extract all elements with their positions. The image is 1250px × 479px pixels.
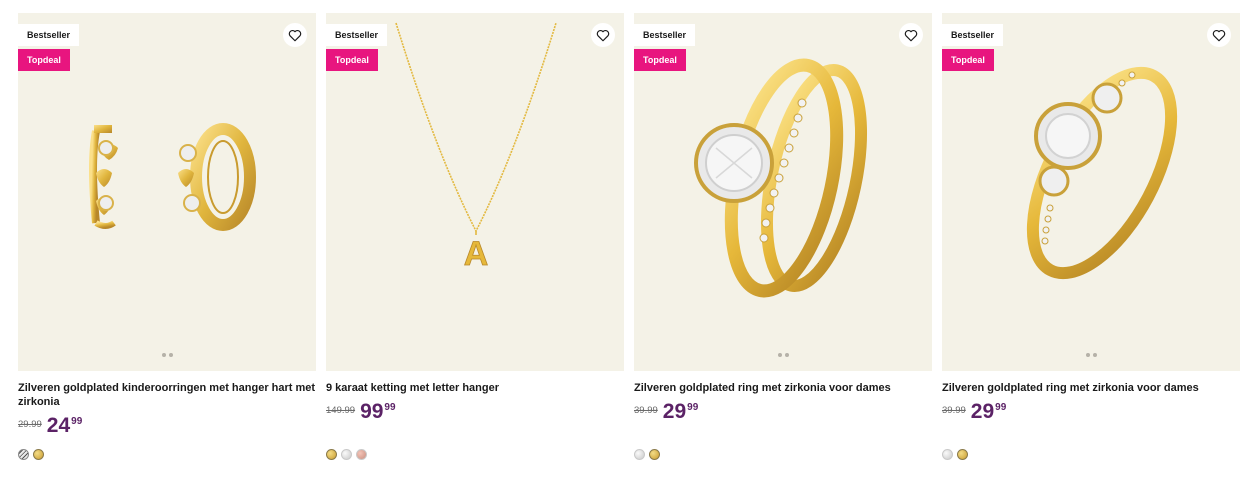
price-decimals: 99 <box>384 402 396 413</box>
bestseller-badge: Bestseller <box>634 24 696 46</box>
wishlist-button[interactable] <box>899 23 923 47</box>
swatch-gold[interactable] <box>33 449 44 460</box>
topdeal-badge: Topdeal <box>942 49 994 71</box>
topdeal-badge: Topdeal <box>18 49 70 71</box>
topdeal-badge: Topdeal <box>326 49 378 71</box>
swatch-mixed[interactable] <box>18 449 29 460</box>
old-price: 39.99 <box>942 405 966 416</box>
swatch-gold[interactable] <box>326 449 337 460</box>
heart-icon <box>596 29 610 41</box>
swatch-silver[interactable] <box>634 449 645 460</box>
swatch-gold[interactable] <box>649 449 660 460</box>
heart-icon <box>1212 29 1226 41</box>
old-price: 39.99 <box>634 405 658 416</box>
color-swatches <box>634 449 660 460</box>
color-swatches <box>326 449 367 460</box>
wishlist-button[interactable] <box>591 23 615 47</box>
product-title[interactable]: Zilveren goldplated ring met zirkonia vo… <box>634 381 932 395</box>
product-image[interactable]: Bestseller Topdeal <box>634 13 932 371</box>
product-price: 39.99 29 99 <box>942 401 1006 423</box>
product-title[interactable]: 9 karaat ketting met letter hanger <box>326 381 624 395</box>
swatch-silver[interactable] <box>942 449 953 460</box>
topdeal-badge: Topdeal <box>634 49 686 71</box>
bestseller-badge: Bestseller <box>18 24 80 46</box>
old-price: 29.99 <box>18 419 42 430</box>
image-carousel-dots[interactable] <box>18 353 316 357</box>
bestseller-badge: Bestseller <box>942 24 1004 46</box>
product-image[interactable]: Bestseller Topdeal <box>18 13 316 371</box>
swatch-gold[interactable] <box>957 449 968 460</box>
product-card[interactable]: Bestseller Topdeal Zilveren goldplated k… <box>18 13 316 473</box>
swatch-silver[interactable] <box>341 449 352 460</box>
wishlist-button[interactable] <box>283 23 307 47</box>
color-swatches <box>942 449 968 460</box>
heart-icon <box>288 29 302 41</box>
image-carousel-dots[interactable] <box>942 353 1240 357</box>
product-card[interactable]: A Bestseller Topdeal 9 karaat ketting me… <box>326 13 624 473</box>
product-title[interactable]: Zilveren goldplated kinderoorringen met … <box>18 381 316 409</box>
price-decimals: 99 <box>687 402 699 413</box>
product-price: 149.99 99 99 <box>326 401 396 423</box>
price-integer: 29 <box>970 400 995 423</box>
product-price: 29.99 24 99 <box>18 415 82 437</box>
svg-text:A: A <box>464 235 489 273</box>
product-image[interactable]: A Bestseller Topdeal <box>326 13 624 371</box>
color-swatches <box>18 449 44 460</box>
product-price: 39.99 29 99 <box>634 401 698 423</box>
product-title[interactable]: Zilveren goldplated ring met zirkonia vo… <box>942 381 1240 395</box>
price-integer: 24 <box>46 414 71 437</box>
price-decimals: 99 <box>995 402 1007 413</box>
heart-icon <box>904 29 918 41</box>
product-card[interactable]: Bestseller Topdeal Zilveren goldplated r… <box>634 13 932 473</box>
old-price: 149.99 <box>326 405 356 416</box>
product-grid: Bestseller Topdeal Zilveren goldplated k… <box>18 13 1240 473</box>
price-decimals: 99 <box>71 416 83 427</box>
price-integer: 99 <box>360 400 384 423</box>
price-integer: 29 <box>662 400 687 423</box>
image-carousel-dots[interactable] <box>634 353 932 357</box>
product-card[interactable]: Bestseller Topdeal Zilveren goldplated r… <box>942 13 1240 473</box>
bestseller-badge: Bestseller <box>326 24 388 46</box>
product-image[interactable]: Bestseller Topdeal <box>942 13 1240 371</box>
wishlist-button[interactable] <box>1207 23 1231 47</box>
swatch-rose[interactable] <box>356 449 367 460</box>
